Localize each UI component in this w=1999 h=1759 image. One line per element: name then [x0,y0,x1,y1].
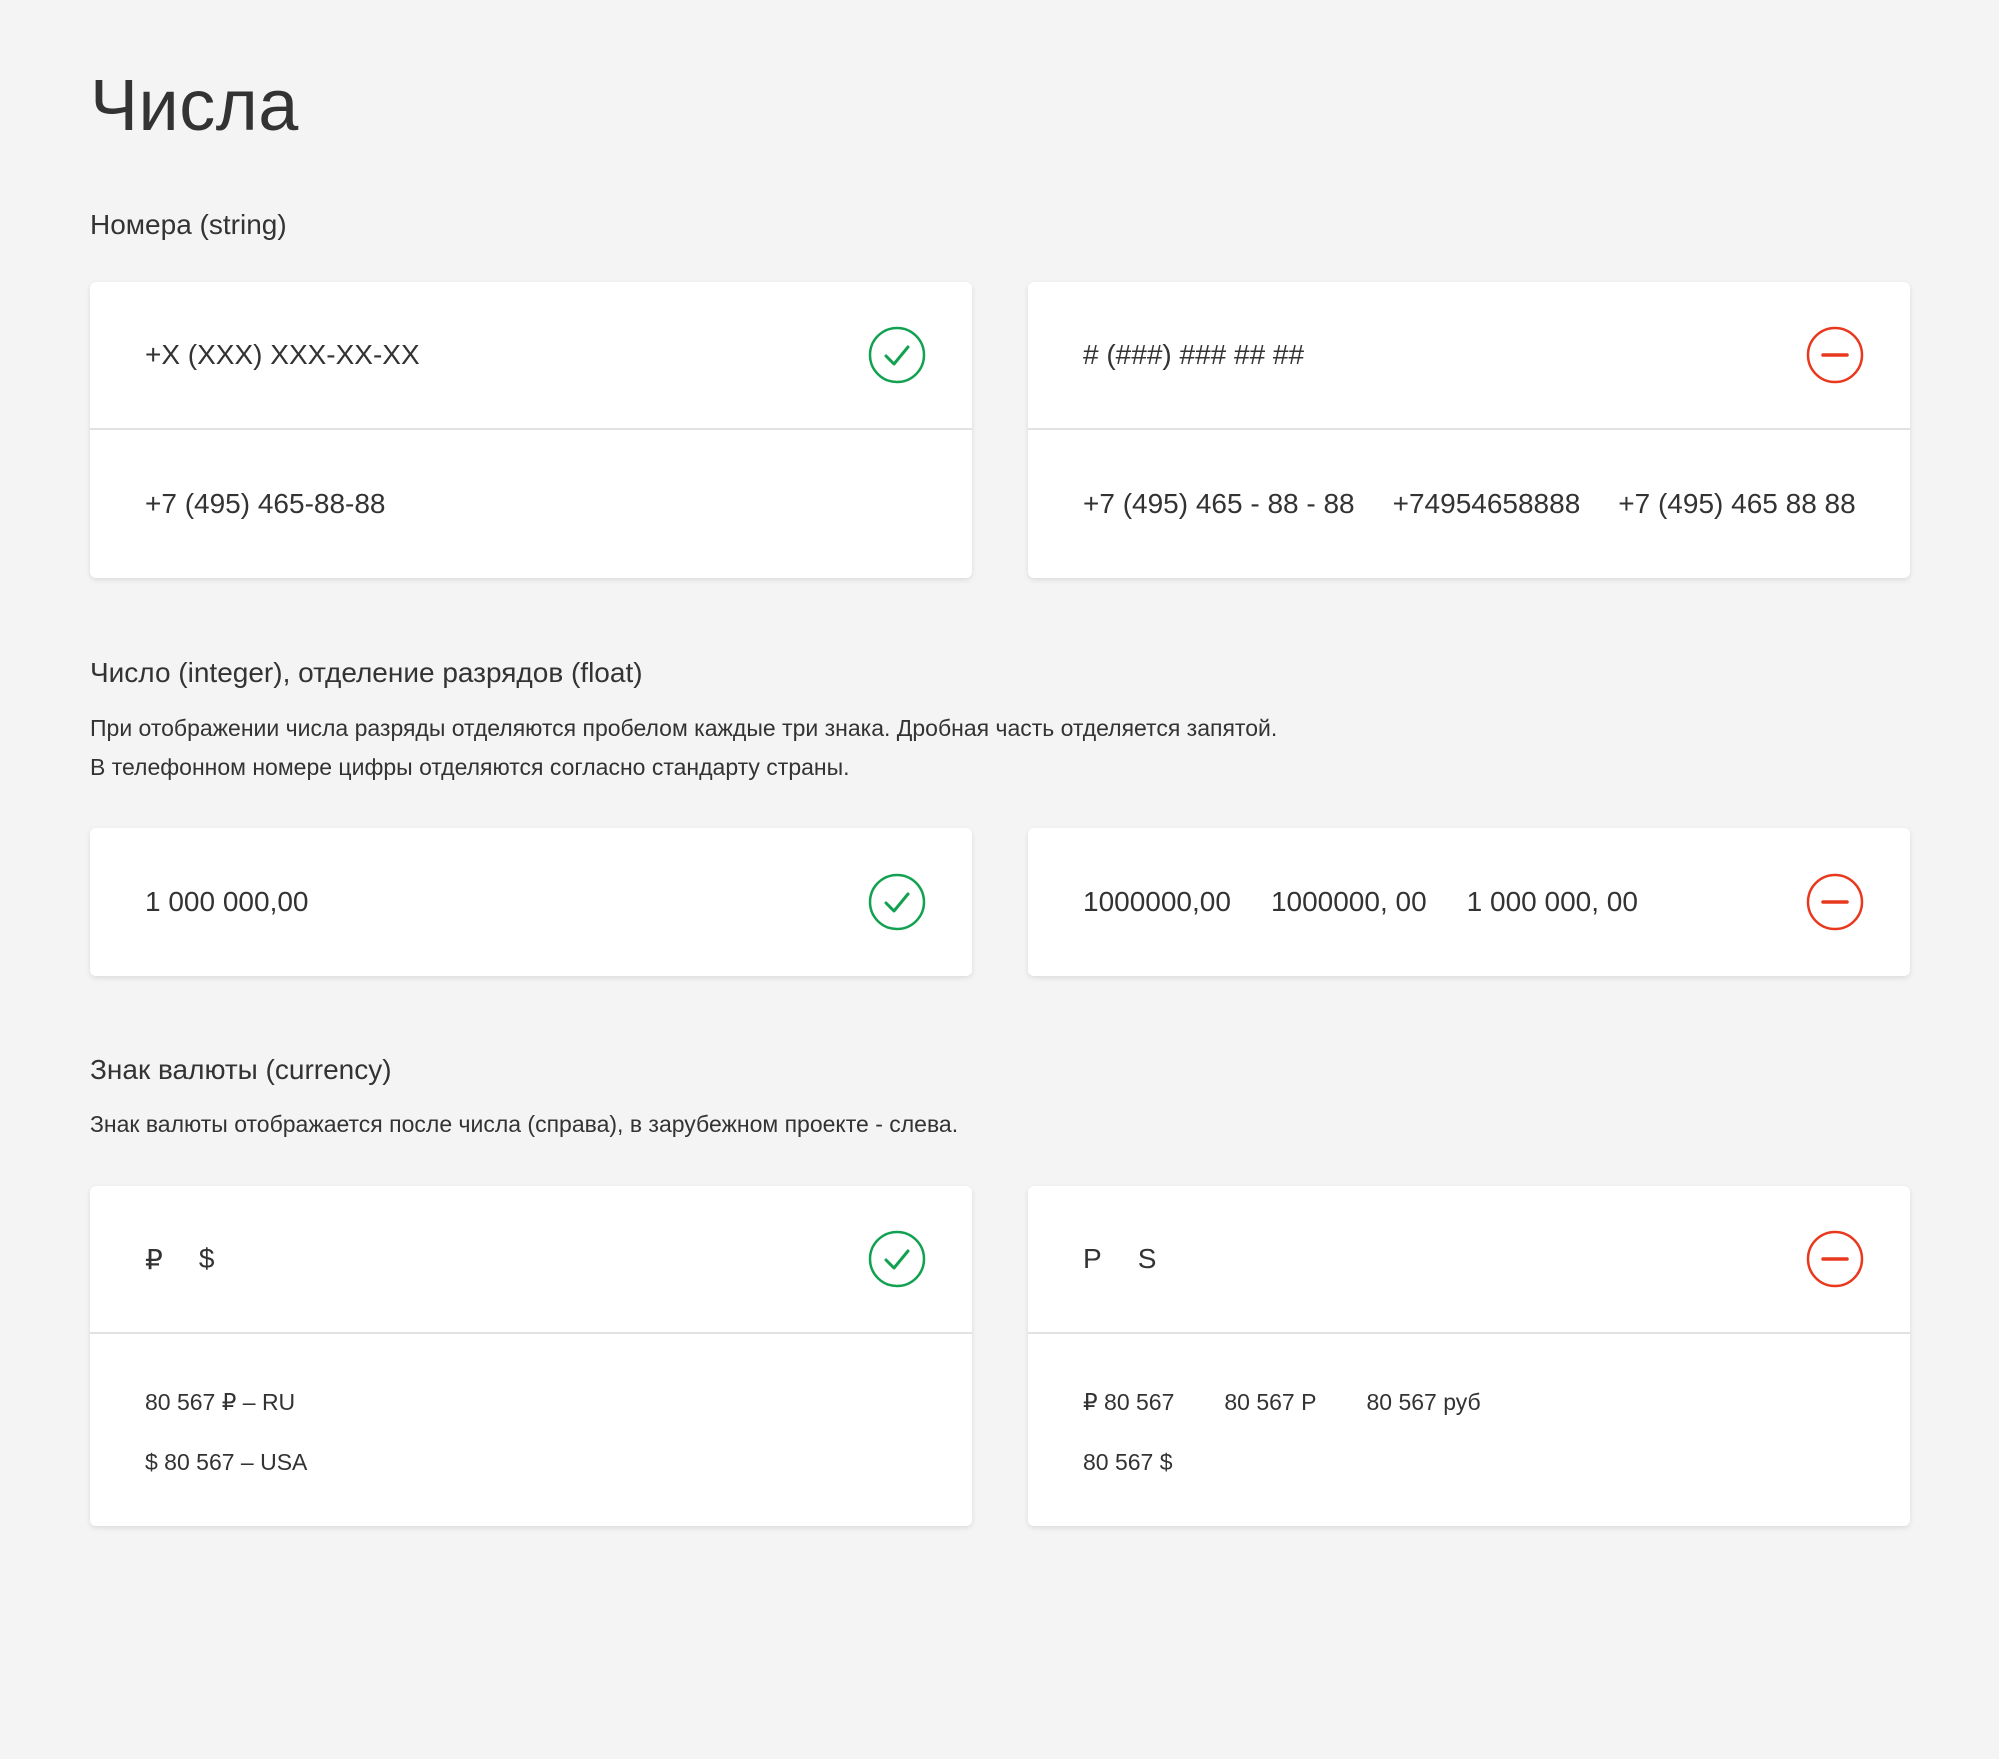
currency-bad-symbols: P S [1083,1243,1806,1275]
description-line: В телефонном номере цифры отделяются сог… [90,754,850,780]
section-title-currency: Знак валюты (currency) [90,1054,392,1085]
phones-good-format: +X (XXX) XXX-XX-XX [145,339,868,371]
section-title-phones: Номера (string) [90,209,287,240]
minus-circle-icon [1806,1230,1864,1288]
example-value: 80 567 P [1224,1389,1317,1415]
phones-bad-header: # (###) ### ## ## [1028,282,1910,430]
currency-bad-examples: ₽ 80 567 80 567 P 80 567 руб 80 567 $ [1028,1334,1910,1526]
phones-bad-format: # (###) ### ## ## [1083,339,1806,371]
example-value: 80 567 руб [1366,1389,1481,1415]
section-description-currency: Знак валюты отображается после числа (сп… [90,1105,958,1144]
currency-bad-header: P S [1028,1186,1910,1334]
example-value: $ 80 567 – USA [145,1449,308,1475]
example-value: 1 000 000,00 [145,886,309,917]
minus-circle-icon [1806,326,1864,384]
currency-bad-card: P S ₽ 80 567 80 567 P 80 567 руб 80 567 … [1028,1186,1910,1526]
example-value: +7 (495) 465-88-88 [145,488,386,519]
format-text: +X (XXX) XXX-XX-XX [145,339,420,370]
section-title-numbers: Число (integer), отделение разрядов (flo… [90,657,643,688]
currency-symbol: S [1137,1243,1157,1274]
numbers-good-header: 1 000 000,00 [90,828,972,976]
minus-circle-icon [1806,873,1864,931]
example-value: +7 (495) 465 88 88 [1618,488,1856,519]
page: Числа Номера (string) +X (XXX) XXX-XX-XX… [0,0,1999,1759]
check-circle-icon [868,1230,926,1288]
numbers-good-card: 1 000 000,00 [90,828,972,976]
format-text: # (###) ### ## ## [1083,339,1305,370]
description-line: При отображении числа разряды отделяются… [90,715,1278,741]
currency-good-examples: 80 567 ₽ – RU $ 80 567 – USA [90,1334,972,1526]
phones-bad-card: # (###) ### ## ## +7 (495) 465 - 88 - 88… [1028,282,1910,578]
phones-good-card: +X (XXX) XXX-XX-XX +7 (495) 465-88-88 [90,282,972,578]
example-row: $ 80 567 – USA [145,1449,926,1476]
example-row: 80 567 ₽ – RU [145,1389,926,1449]
currency-symbol: P [1083,1243,1102,1274]
example-value: +7 (495) 465 - 88 - 88 [1083,488,1355,519]
example-row: 80 567 $ [1083,1449,1864,1476]
phones-good-header: +X (XXX) XXX-XX-XX [90,282,972,430]
currency-good-card: ₽ $ 80 567 ₽ – RU $ 80 567 – USA [90,1186,972,1526]
example-value: 80 567 $ [1083,1449,1173,1475]
example-value: ₽ 80 567 [1083,1389,1175,1415]
currency-good-header: ₽ $ [90,1186,972,1334]
numbers-bad-header: 1000000,00 1000000, 00 1 000 000, 00 [1028,828,1910,976]
phones-bad-examples: +7 (495) 465 - 88 - 88 +74954658888 +7 (… [1028,430,1910,578]
example-value: 1 000 000, 00 [1466,886,1638,917]
example-value: 1000000,00 [1083,886,1231,917]
phones-good-examples: +7 (495) 465-88-88 [90,430,972,578]
numbers-bad-card: 1000000,00 1000000, 00 1 000 000, 00 [1028,828,1910,976]
example-row: ₽ 80 567 80 567 P 80 567 руб [1083,1389,1864,1449]
section-description-numbers: При отображении числа разряды отделяются… [90,709,1277,787]
description-line: Знак валюты отображается после числа (сп… [90,1111,959,1137]
example-value: 1000000, 00 [1270,886,1427,917]
numbers-good-examples: 1 000 000,00 [145,886,868,918]
currency-symbol: $ [198,1242,215,1274]
currency-good-symbols: ₽ $ [145,1243,868,1276]
page-title: Числа [90,66,299,146]
currency-symbol: ₽ [145,1243,163,1275]
numbers-bad-examples: 1000000,00 1000000, 00 1 000 000, 00 [1083,886,1806,918]
example-value: +74954658888 [1392,488,1581,519]
example-value: 80 567 ₽ – RU [145,1389,296,1415]
check-circle-icon [868,326,926,384]
check-circle-icon [868,873,926,931]
